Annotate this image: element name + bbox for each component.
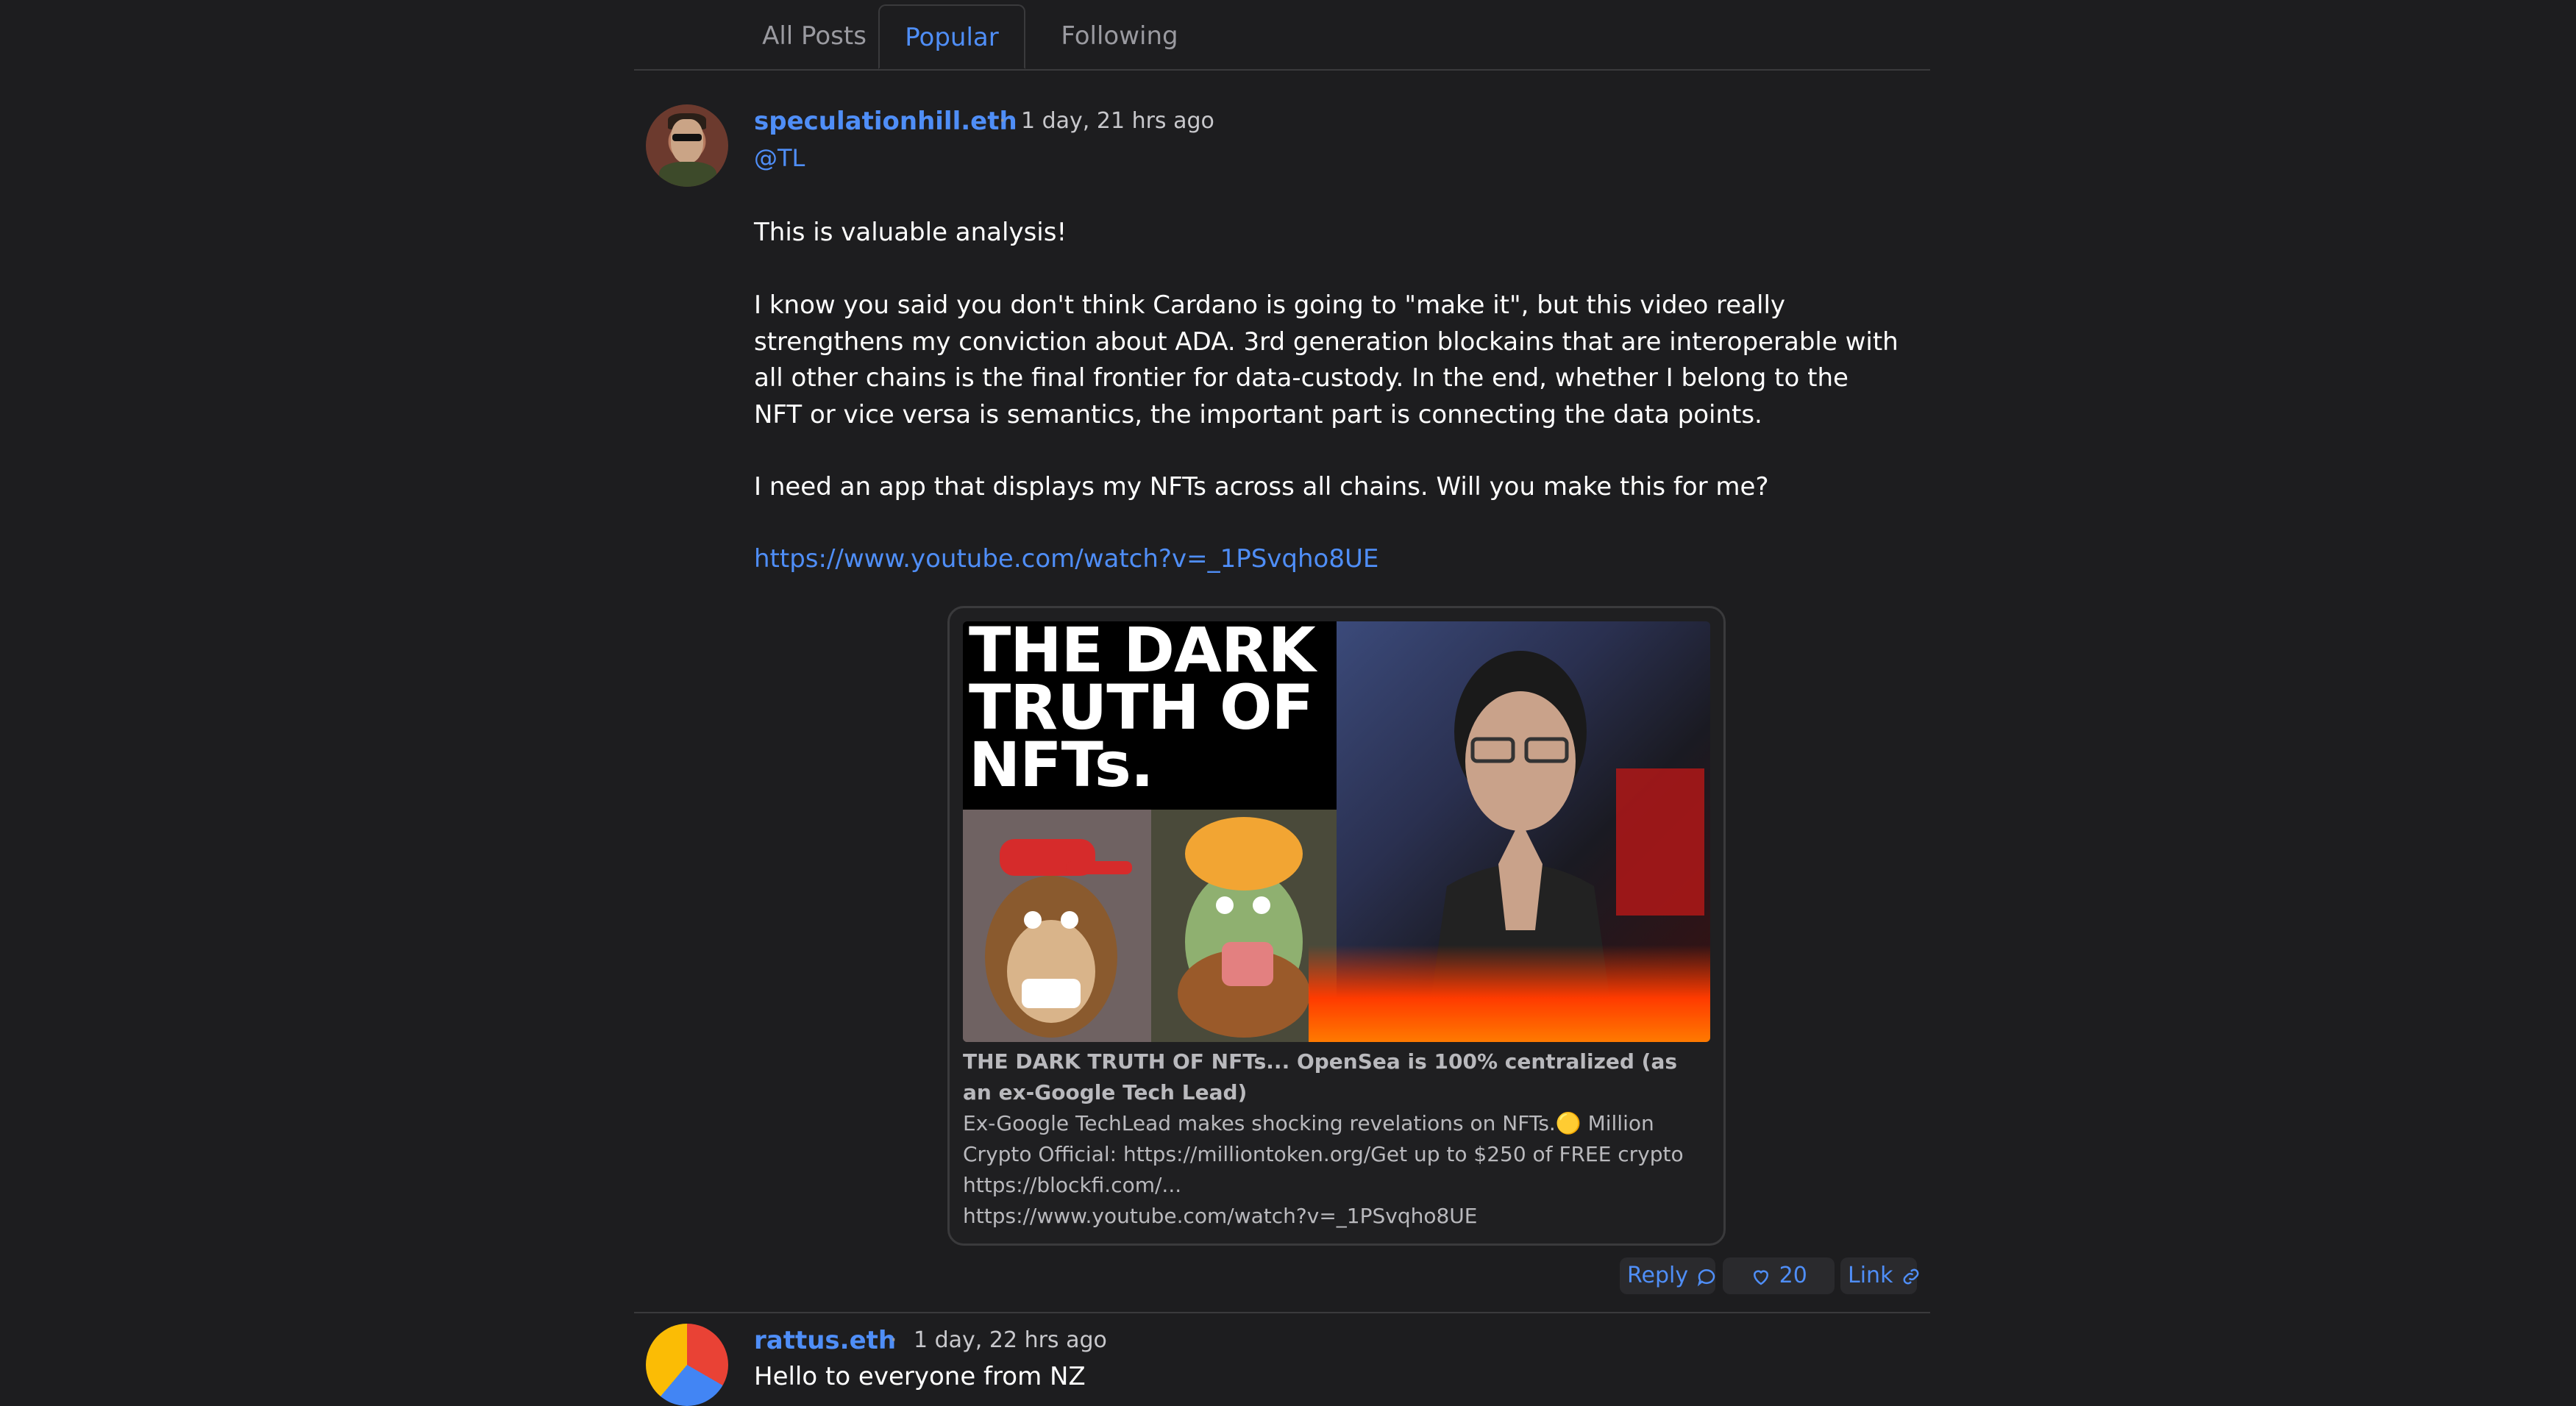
meta-separator: · — [890, 1327, 897, 1353]
heart-icon — [1750, 1263, 1779, 1288]
preview-url: https://www.youtube.com/watch?v=_1PSvqho… — [963, 1204, 1478, 1228]
reply-button[interactable]: Reply — [1620, 1257, 1715, 1294]
video-thumbnail: THE DARK TRUTH OF NFTs. — [963, 621, 1710, 1042]
meta-separator: · — [999, 108, 1006, 134]
feed: All Posts Popular Following speculationh… — [634, 0, 1930, 1406]
preview-title: THE DARK TRUTH OF NFTs... OpenSea is 100… — [963, 1049, 1678, 1105]
post-paragraph: This is valuable analysis! — [754, 218, 1067, 247]
like-count: 20 — [1779, 1263, 1807, 1288]
post-link[interactable]: https://www.youtube.com/watch?v=_1PSvqho… — [754, 541, 1378, 577]
like-button[interactable]: 20 — [1723, 1257, 1835, 1294]
avatar[interactable] — [646, 104, 728, 187]
tab-following[interactable]: Following — [1031, 4, 1208, 68]
preview-description: Ex-Google TechLead makes shocking revela… — [963, 1111, 1684, 1197]
post-timestamp: 1 day, 22 hrs ago — [914, 1327, 1107, 1353]
post-username[interactable]: rattus.eth — [754, 1324, 896, 1357]
avatar-body — [659, 162, 716, 187]
feed-tabs: All Posts Popular Following — [634, 0, 1930, 71]
post-text: Hello to everyone from NZ — [754, 1362, 1086, 1391]
avatar-face — [671, 119, 703, 163]
post-timestamp: 1 day, 21 hrs ago — [1021, 108, 1214, 134]
link-preview-card[interactable]: THE DARK TRUTH OF NFTs. THE DARK TRUTH O… — [947, 606, 1726, 1246]
post-paragraph: I need an app that displays my NFTs acro… — [754, 472, 1769, 502]
comment-icon — [1696, 1263, 1718, 1288]
tab-popular[interactable]: Popular — [878, 4, 1025, 69]
ape-image-left — [963, 810, 1151, 1042]
link-icon — [1900, 1263, 1922, 1288]
avatar-glasses — [672, 134, 702, 141]
avatar[interactable] — [646, 1324, 728, 1406]
reply-label: Reply — [1627, 1263, 1689, 1288]
post-paragraph: I know you said you don't think Cardano … — [754, 290, 1899, 429]
copy-link-button[interactable]: Link — [1840, 1257, 1919, 1294]
thumbnail-title-text: THE DARK TRUTH OF NFTs. — [969, 621, 1316, 801]
fire-graphic — [1309, 945, 1710, 1042]
post-username[interactable]: speculationhill.eth — [754, 104, 1017, 138]
post-divider — [634, 1312, 1930, 1313]
post-mention[interactable]: @TL — [754, 141, 805, 175]
link-label: Link — [1848, 1263, 1893, 1288]
